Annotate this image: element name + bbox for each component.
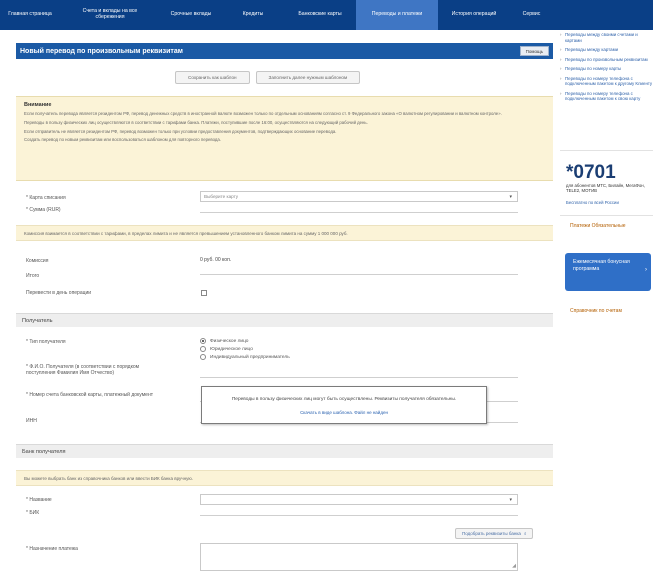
- fill-from-template-button[interactable]: Заполнить далее нужным шаблоном: [255, 71, 361, 84]
- sidebar-item-payments[interactable]: Платежи Обязательные: [570, 223, 650, 229]
- bank-bik-label: * БИК: [26, 510, 40, 516]
- save-template-button[interactable]: Сохранить как шаблон: [175, 71, 250, 84]
- nav-item-transfers[interactable]: Переводы и платежи: [356, 0, 438, 30]
- sidebar-divider: [560, 215, 653, 216]
- chevron-down-icon: ▾: [509, 194, 512, 200]
- sidebar: Переводы между своими счетами и картами …: [560, 32, 653, 106]
- commission-label: Комиссия: [26, 258, 49, 264]
- notice-paragraph: Создать перевод по новым реквизитам или …: [24, 137, 222, 143]
- commission-info: Комиссия взимается в соответствии с тари…: [16, 225, 553, 241]
- find-bank-button-label: Подобрать реквизиты банка: [462, 531, 521, 536]
- nav-item-home[interactable]: Главная страница: [0, 0, 60, 30]
- payee-type-option-label: Физическое лицо: [210, 338, 249, 344]
- bank-info: Вы можете выбрать банк из справочника ба…: [16, 470, 553, 486]
- payee-tooltip-popup: Переводы в пользу физических лиц могут б…: [201, 386, 487, 424]
- search-icon: ⌕: [523, 531, 527, 536]
- payee-type-option[interactable]: Физическое лицо: [200, 338, 248, 344]
- sidebar-item-reference[interactable]: Справочник по счетам: [570, 308, 650, 314]
- urgent-checkbox[interactable]: [201, 290, 207, 296]
- card-label: * Карта списания: [26, 195, 66, 201]
- payee-type-option[interactable]: Юридическое лицо: [200, 346, 253, 352]
- sidebar-bonus-banner[interactable]: Ежемесячная бонусная программа ›: [565, 253, 651, 291]
- help-button[interactable]: Помощь: [519, 46, 549, 56]
- total-label: Итого: [26, 273, 40, 279]
- payee-name-input[interactable]: [200, 369, 518, 378]
- bank-name-select[interactable]: ▾: [200, 494, 518, 505]
- payee-type-option[interactable]: Индивидуальный предприниматель: [200, 354, 290, 360]
- sidebar-phone-note: для абонентов МТС, Билайн, МегаФон, TELE…: [566, 183, 645, 194]
- top-navigation: Главная страница Счета и вклады на все с…: [0, 0, 653, 30]
- find-bank-button[interactable]: Подобрать реквизиты банка ⌕: [455, 528, 534, 539]
- nav-item-deposits[interactable]: Срочные вклады: [160, 0, 222, 30]
- total-field: [200, 266, 518, 275]
- nav-item-credits[interactable]: Кредиты: [222, 0, 284, 30]
- sidebar-link[interactable]: Переводы между картами: [560, 47, 653, 53]
- notice-title: Внимание: [24, 102, 52, 108]
- resize-grip-icon[interactable]: ◢: [512, 563, 516, 569]
- sidebar-link[interactable]: Переводы по номеру телефона с подключенн…: [560, 76, 653, 87]
- nav-item-history[interactable]: История операций: [438, 0, 510, 30]
- payee-account-label: * Номер счета банковской карты, платежны…: [26, 392, 154, 398]
- notice-paragraph: Если получатель перевода является резиде…: [24, 111, 502, 116]
- nav-item-accounts[interactable]: Счета и вклады на все сбережения: [60, 0, 160, 30]
- sidebar-phone-link[interactable]: Бесплатно по всей России: [566, 200, 619, 205]
- bank-name-label: * Название: [26, 497, 52, 503]
- radio-button[interactable]: [200, 338, 206, 344]
- notice-paragraph: Переводы в пользу физических лиц осущест…: [24, 119, 368, 125]
- sidebar-link[interactable]: Переводы между своими счетами и картами: [560, 32, 653, 43]
- sidebar-link[interactable]: Переводы по номеру телефона с подключенн…: [560, 91, 653, 102]
- sidebar-phone-number: *0701: [566, 162, 616, 183]
- payee-name-label: * Ф.И.О. Получателя (в соответствии с по…: [26, 364, 140, 377]
- sidebar-divider: [560, 150, 653, 151]
- sidebar-link[interactable]: Переводы по произвольным реквизитам: [560, 57, 653, 63]
- radio-button[interactable]: [200, 354, 206, 360]
- purpose-label: * Назначение платежа: [26, 546, 78, 552]
- chevron-down-icon: ▾: [509, 497, 512, 503]
- payee-type-option-label: Юридическое лицо: [210, 346, 253, 352]
- card-select-value: Выберите карту: [204, 194, 239, 199]
- payee-type-option-label: Индивидуальный предприниматель: [210, 354, 290, 360]
- bank-section-header: Банк получателя: [16, 444, 553, 458]
- amount-label: * Сумма (RUR): [26, 207, 61, 213]
- notice-box: Внимание Если получатель перевода являет…: [16, 96, 553, 181]
- payee-type-label: * Тип получателя: [26, 339, 66, 345]
- template-buttons: Сохранить как шаблон Заполнить далее нуж…: [175, 71, 361, 84]
- popup-text: Переводы в пользу физических лиц могут б…: [231, 397, 457, 402]
- popup-link[interactable]: Скачать в виде шаблона. Файл не найден: [202, 410, 486, 415]
- urgent-label: Перевести в день операции: [26, 290, 92, 296]
- sidebar-bonus-text: Ежемесячная бонусная программа: [573, 259, 630, 272]
- nav-item-service[interactable]: Сервис: [510, 0, 553, 30]
- radio-button[interactable]: [200, 346, 206, 352]
- notice-paragraph: Если отправитель не является резидентом …: [24, 128, 337, 134]
- sidebar-link[interactable]: Переводы по номеру карты: [560, 66, 653, 72]
- bank-bik-input[interactable]: [200, 507, 518, 516]
- page-title-bar: Новый перевод по произвольным реквизитам…: [16, 43, 553, 59]
- payee-section-header: Получатель: [16, 313, 553, 327]
- purpose-textarea[interactable]: ◢: [200, 543, 518, 571]
- payee-inn-label: ИНН: [26, 418, 37, 424]
- amount-input[interactable]: [200, 204, 518, 213]
- nav-item-cards[interactable]: Банковские карты: [284, 0, 356, 30]
- page-title: Новый перевод по произвольным реквизитам: [20, 47, 183, 55]
- card-select[interactable]: Выберите карту ▾: [200, 191, 518, 202]
- chevron-right-icon: ›: [645, 267, 647, 273]
- commission-value: 0 руб. 00 коп.: [200, 257, 232, 263]
